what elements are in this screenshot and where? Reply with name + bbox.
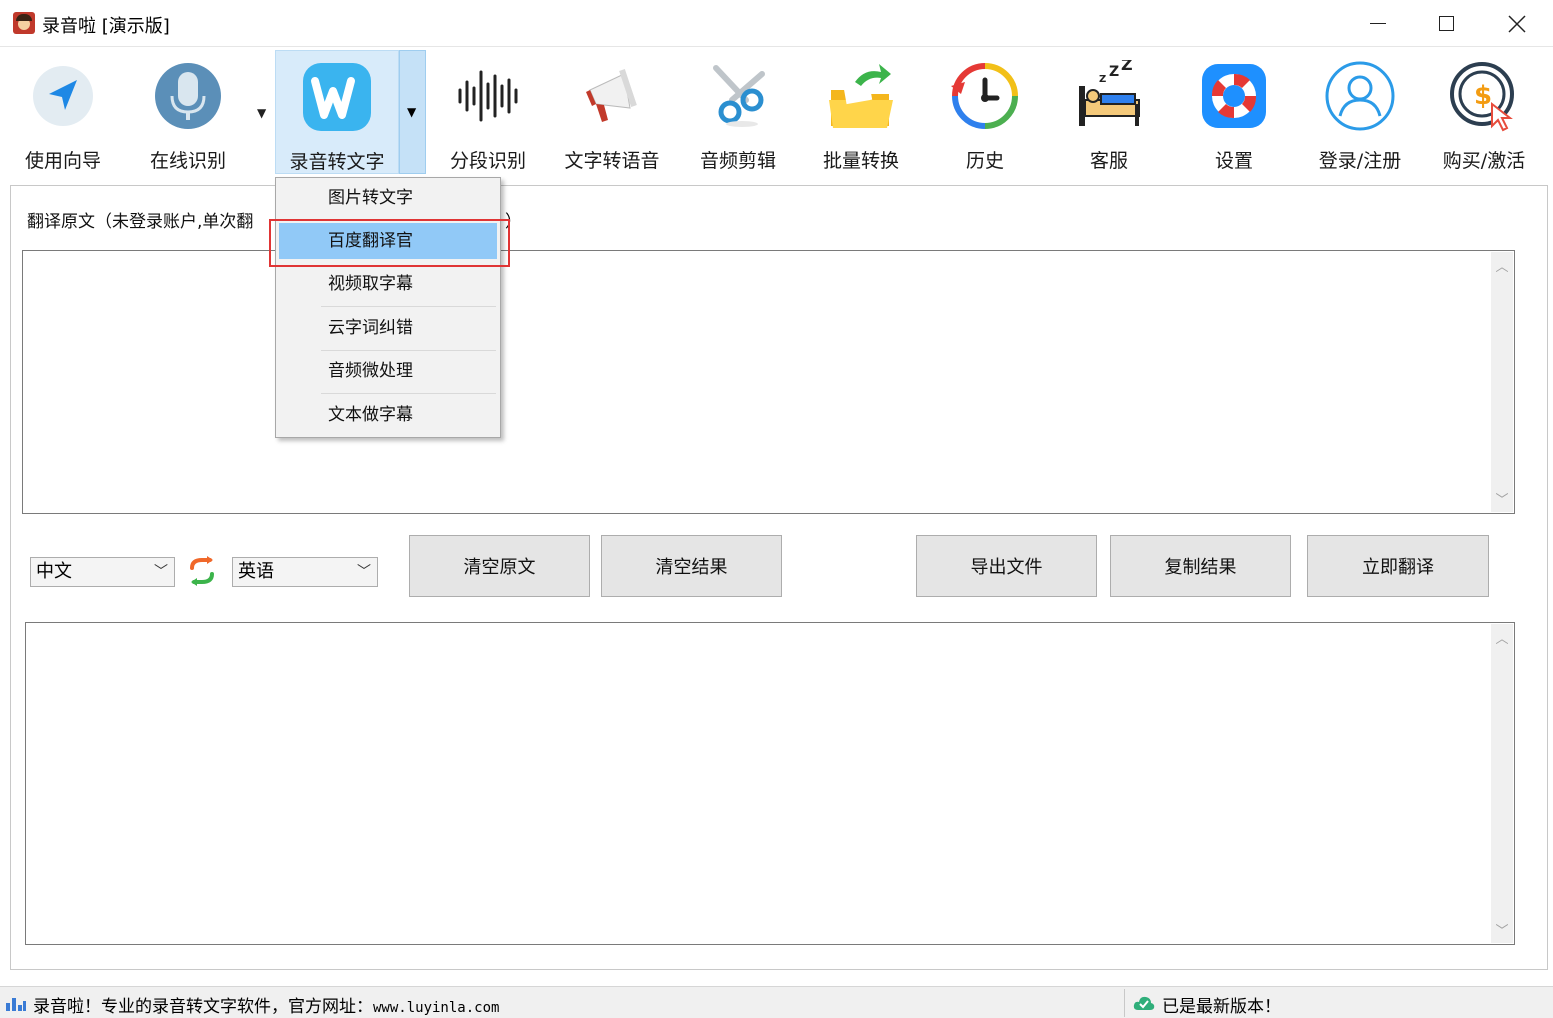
history-clock-icon xyxy=(949,60,1021,132)
translate-now-button[interactable]: 立即翻译 xyxy=(1307,535,1489,597)
menu-item-image-to-text[interactable]: 图片转文字 xyxy=(279,180,497,216)
menu-separator xyxy=(321,306,496,307)
menu-item-cloud-correction[interactable]: 云字词纠错 xyxy=(279,310,497,346)
toolbar-label: 购买/激活 xyxy=(1442,150,1526,172)
waveform-icon xyxy=(452,60,524,132)
toolbar-label: 使用向导 xyxy=(24,150,101,172)
toolbar-audio-to-text[interactable]: 录音转文字 xyxy=(275,50,399,174)
result-scrollbar[interactable]: ︿ ﹀ xyxy=(1491,624,1513,943)
copy-result-button[interactable]: 复制结果 xyxy=(1110,535,1291,597)
source-language-select[interactable]: 中文 ﹀ xyxy=(30,557,175,587)
navigation-arrow-icon xyxy=(27,60,99,132)
menu-separator xyxy=(321,350,496,351)
toolbar-label: 在线识别 xyxy=(149,150,226,172)
toolbar-settings[interactable]: 设置 xyxy=(1184,50,1284,174)
result-textarea[interactable]: ︿ ﹀ xyxy=(25,622,1515,945)
toolbar-label: 批量转换 xyxy=(822,150,899,172)
highlight-annotation-box xyxy=(269,219,510,267)
official-website-link[interactable]: www.luyinla.com xyxy=(373,1000,499,1016)
menu-item-text-subtitles[interactable]: 文本做字幕 xyxy=(279,397,497,433)
swap-languages-icon[interactable] xyxy=(186,556,218,586)
title-bar: 录音啦 [演示版] xyxy=(0,0,1553,47)
toolbar-label: 音频剪辑 xyxy=(699,150,776,172)
chevron-down-icon: ▼ xyxy=(407,105,417,119)
chevron-down-icon[interactable]: ▼ xyxy=(257,106,266,120)
menu-item-audio-processing[interactable]: 音频微处理 xyxy=(279,353,497,389)
svg-text:Z: Z xyxy=(1109,64,1119,80)
toolbar-label: 录音转文字 xyxy=(289,151,385,173)
chevron-down-icon: ﹀ xyxy=(154,564,168,580)
status-bar: 录音啦！专业的录音转文字软件，官方网址：www.luyinla.com 已是最新… xyxy=(0,986,1553,1018)
toolbar-audio-edit[interactable]: 音频剪辑 xyxy=(688,50,788,174)
scroll-down-icon[interactable]: ﹀ xyxy=(1491,489,1513,508)
source-label-text: 翻译原文（未登录账户,单次翻 xyxy=(27,212,254,232)
toolbar-label: 客服 xyxy=(1089,150,1128,172)
toolbar-batch-convert[interactable]: 批量转换 xyxy=(811,50,911,174)
minimize-icon xyxy=(1370,23,1386,24)
folder-convert-icon xyxy=(825,60,897,132)
app-logo-icon xyxy=(13,12,35,34)
main-toolbar: 使用向导 在线识别 ▼ 录音转文字 ▼ 分段识别 文字转语音 音频剪辑 批量转换… xyxy=(1,48,1552,176)
source-text-label: 翻译原文（未登录账户,单次翻 xyxy=(27,207,253,232)
scissors-icon xyxy=(702,60,774,132)
toolbar-online-recognition[interactable]: 在线识别 xyxy=(136,50,240,174)
cloud-check-icon xyxy=(1133,995,1155,1011)
user-icon xyxy=(1324,60,1396,132)
maximize-button[interactable] xyxy=(1412,0,1480,47)
scroll-down-icon[interactable]: ﹀ xyxy=(1491,920,1513,939)
toolbar-login-register[interactable]: 登录/注册 xyxy=(1305,50,1415,174)
toolbar-guide[interactable]: 使用向导 xyxy=(11,50,115,174)
clear-source-button[interactable]: 清空原文 xyxy=(409,535,590,597)
chevron-down-icon: ﹀ xyxy=(357,564,371,580)
lifebuoy-icon xyxy=(1198,60,1270,132)
toolbar-segment-recognition[interactable]: 分段识别 xyxy=(436,50,540,174)
source-textarea[interactable]: ︿ ﹀ xyxy=(22,250,1515,514)
toolbar-label: 历史 xyxy=(965,150,1004,172)
signal-bars-icon xyxy=(5,995,27,1011)
toolbar-history[interactable]: 历史 xyxy=(935,50,1035,174)
megaphone-icon xyxy=(576,60,648,132)
scroll-up-icon[interactable]: ︿ xyxy=(1491,628,1513,647)
target-language-select[interactable]: 英语 ﹀ xyxy=(232,557,378,587)
window-title: 录音啦 [演示版] xyxy=(42,16,170,37)
microphone-icon xyxy=(152,60,224,132)
minimize-button[interactable] xyxy=(1344,0,1412,47)
toolbar-text-to-speech[interactable]: 文字转语音 xyxy=(556,50,668,174)
toolbar-customer-service[interactable]: Z Z Z 客服 xyxy=(1059,50,1159,174)
dollar-coin-icon: $ xyxy=(1448,60,1520,132)
status-message-text: 录音啦！专业的录音转文字软件，官方网址： xyxy=(33,997,373,1017)
status-message: 录音啦！专业的录音转文字软件，官方网址：www.luyinla.com xyxy=(33,992,499,1017)
svg-text:$: $ xyxy=(1474,81,1492,111)
toolbar-label: 登录/注册 xyxy=(1318,150,1402,172)
close-button[interactable] xyxy=(1483,0,1551,47)
export-file-button[interactable]: 导出文件 xyxy=(916,535,1097,597)
audio-to-text-dropdown-menu: 图片转文字 百度翻译官 视频取字幕 云字词纠错 音频微处理 文本做字幕 xyxy=(275,177,501,438)
toolbar-label: 文字转语音 xyxy=(564,150,660,172)
w-logo-icon xyxy=(301,61,373,133)
close-icon xyxy=(1508,14,1526,33)
version-status: 已是最新版本！ xyxy=(1162,997,1281,1017)
target-language-value: 英语 xyxy=(238,561,274,582)
toolbar-label: 设置 xyxy=(1214,150,1253,172)
svg-text:Z: Z xyxy=(1099,74,1106,85)
sleeping-bed-icon: Z Z Z xyxy=(1073,55,1145,132)
clear-result-button[interactable]: 清空结果 xyxy=(601,535,782,597)
toolbar-purchase-activate[interactable]: $ 购买/激活 xyxy=(1431,50,1537,174)
svg-text:Z: Z xyxy=(1121,60,1133,74)
status-divider xyxy=(1124,989,1125,1017)
scroll-up-icon[interactable]: ︿ xyxy=(1491,256,1513,275)
source-language-value: 中文 xyxy=(36,561,72,582)
maximize-icon xyxy=(1438,16,1454,31)
toolbar-label: 分段识别 xyxy=(449,150,526,172)
audio-to-text-dropdown-button[interactable]: ▼ xyxy=(399,50,426,174)
menu-item-video-subtitles[interactable]: 视频取字幕 xyxy=(279,266,497,302)
source-scrollbar[interactable]: ︿ ﹀ xyxy=(1491,252,1513,512)
menu-separator xyxy=(321,393,496,394)
